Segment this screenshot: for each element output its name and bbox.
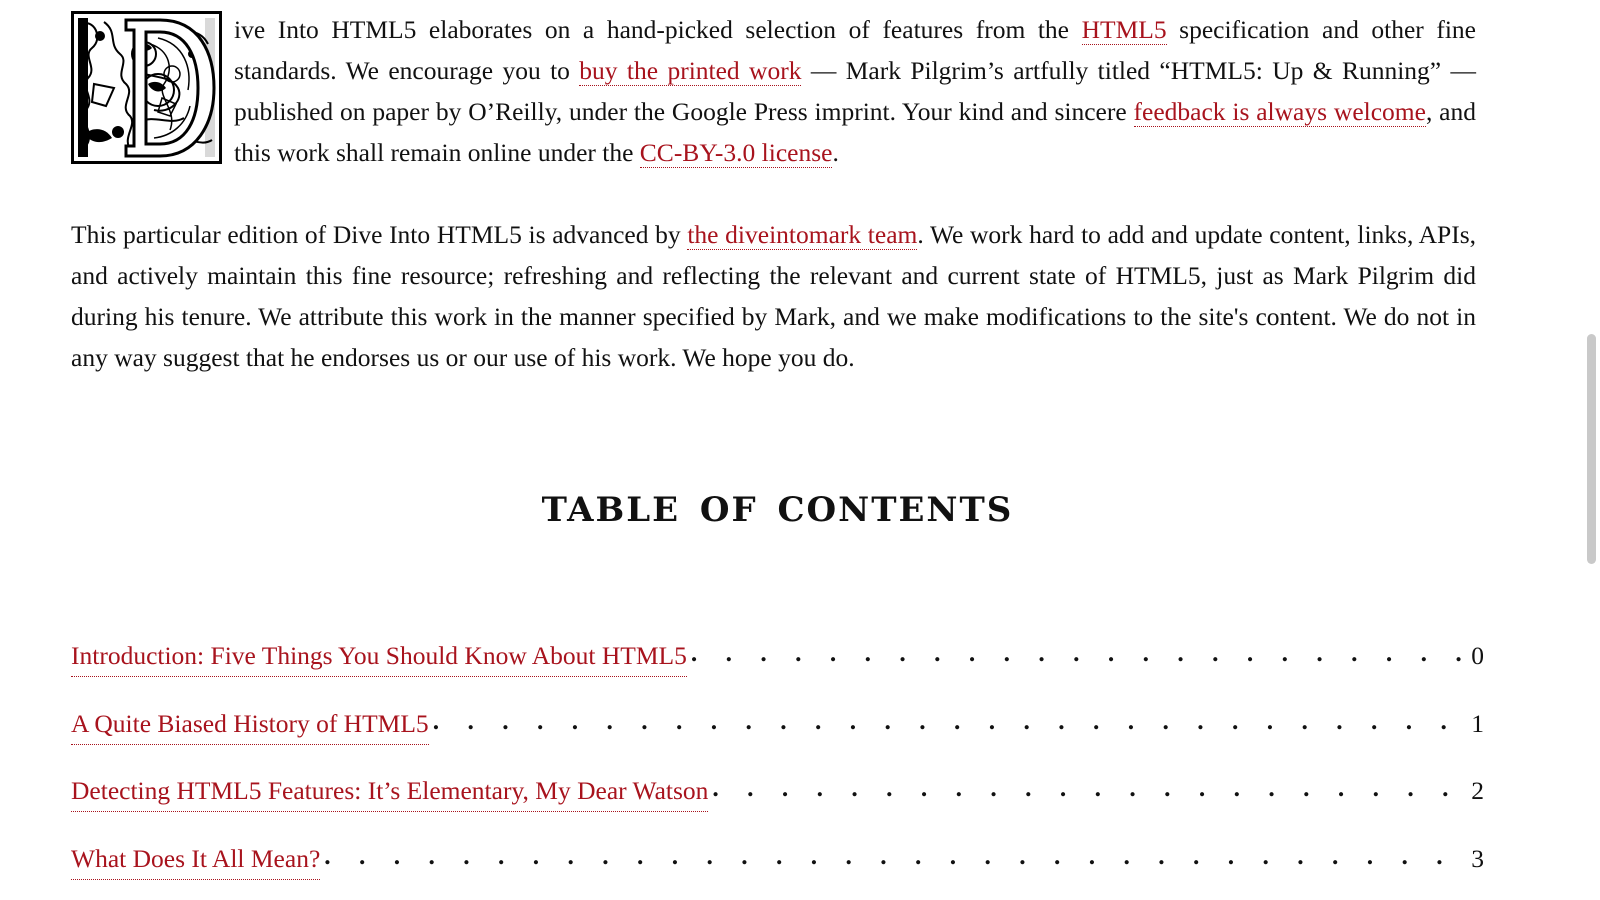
toc-leader-dots: . . . . . . . . . . . . . . . . . . . . … [432,705,1468,735]
toc-link-introduction[interactable]: Introduction: Five Things You Should Kno… [71,636,687,677]
toc-leader-dots: . . . . . . . . . . . . . . . . . . . . … [712,773,1467,802]
toc-chapter-number: 3 [1471,843,1484,873]
intro-text-5: . [832,138,839,167]
edition-paragraph: This particular edition of Dive Into HTM… [71,214,1476,378]
toc-item: Detecting HTML5 Features: It’s Elementar… [71,771,1484,839]
dropcap-d-illustration [71,11,222,164]
intro-paragraph: ive Into HTML5 elaborates on a hand-pick… [71,0,1476,173]
diveintomark-team-link[interactable]: the diveintomark team [687,220,918,250]
toc-chapter-number: 0 [1471,641,1484,670]
toc-chapter-number: 1 [1471,708,1484,738]
toc-leader-dots: . . . . . . . . . . . . . . . . . . . . … [690,638,1467,667]
toc-item: A Quite Biased History of HTML5 . . . . … [71,704,1484,772]
edition-text-1: This particular edition of Dive Into HTM… [71,220,688,249]
toc-link-detecting-features[interactable]: Detecting HTML5 Features: It’s Elementar… [71,771,709,812]
toc-leader-dots: . . . . . . . . . . . . . . . . . . . . … [324,840,1467,870]
toc-link-history[interactable]: A Quite Biased History of HTML5 [71,704,429,745]
html5-spec-link[interactable]: HTML5 [1081,15,1167,45]
buy-printed-work-link[interactable]: buy the printed work [579,56,802,86]
feedback-link[interactable]: feedback is always welcome [1133,97,1426,127]
vertical-scrollbar[interactable] [1583,0,1600,900]
toc-item: Introduction: Five Things You Should Kno… [71,636,1484,704]
scrollbar-thumb[interactable] [1587,334,1596,564]
cc-license-link[interactable]: CC-BY-3.0 license [639,138,833,168]
toc-item: What Does It All Mean? . . . . . . . . .… [71,839,1484,900]
intro-text-1: ive Into HTML5 elaborates on a hand-pick… [234,15,1082,44]
toc-list: Introduction: Five Things You Should Kno… [71,636,1484,900]
toc-heading: TABLE OF CONTENTS [541,490,1014,530]
toc-link-what-does-it-mean[interactable]: What Does It All Mean? [71,839,321,880]
page-content: ive Into HTML5 elaborates on a hand-pick… [71,0,1484,880]
toc-chapter-number: 2 [1471,776,1484,805]
